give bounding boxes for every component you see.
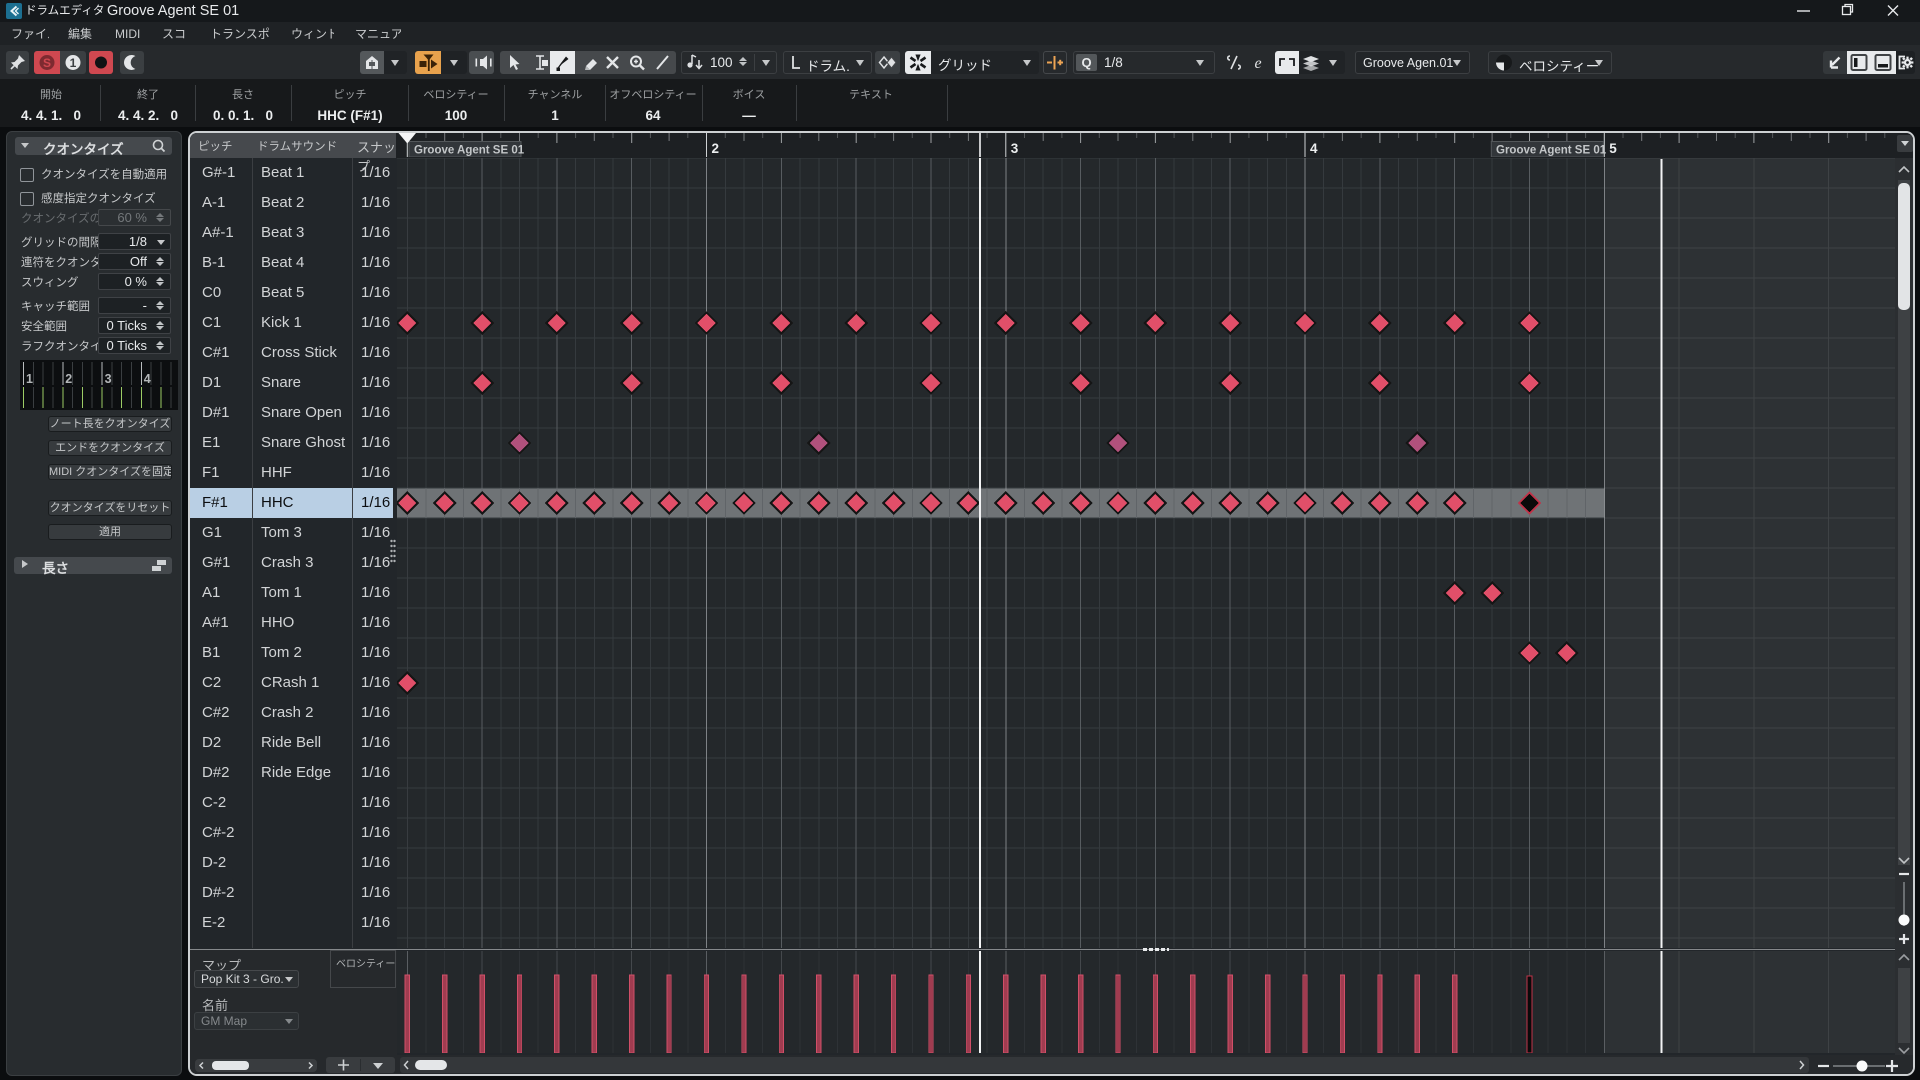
svg-text:3: 3: [105, 372, 112, 386]
svg-text:4: 4: [144, 372, 151, 386]
svg-text:Groove Agent SE 01: Groove Agent SE 01: [414, 145, 525, 157]
svg-text:2: 2: [712, 141, 720, 156]
svg-text:5: 5: [1609, 141, 1617, 156]
svg-text:4: 4: [1310, 141, 1318, 156]
svg-text:1: 1: [26, 372, 33, 386]
svg-text:1: 1: [70, 56, 77, 70]
svg-text:S: S: [43, 56, 51, 70]
svg-text:Groove Agent SE 01: Groove Agent SE 01: [1496, 145, 1607, 157]
svg-text:e: e: [1254, 55, 1261, 72]
svg-text:2: 2: [65, 372, 72, 386]
svg-text:3: 3: [1011, 141, 1019, 156]
